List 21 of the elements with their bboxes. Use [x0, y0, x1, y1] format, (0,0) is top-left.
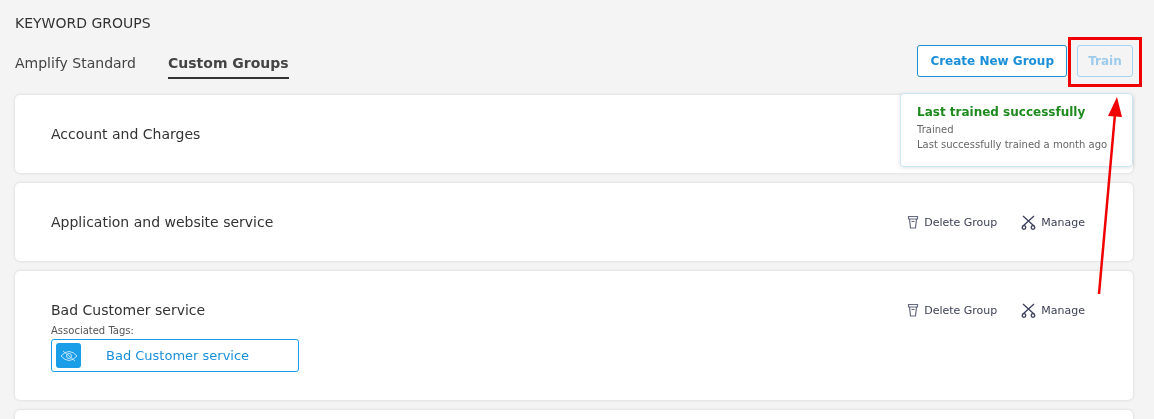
tab[interactable]: Amplify Standard [15, 55, 136, 79]
tab[interactable]: Custom Groups [168, 55, 289, 79]
tooltip-status: Trained [917, 123, 955, 137]
tags-label: Associated Tags: [51, 325, 135, 336]
group-name: Application and website service [51, 214, 274, 230]
scissors-icon [1021, 302, 1037, 318]
group-name: Bad Customer service [51, 302, 206, 318]
trash-icon [907, 215, 920, 229]
tooltip-detail: Last successfully trained a month ago [917, 138, 1109, 152]
group-name: Account and Charges [51, 126, 201, 142]
trash-icon [907, 303, 920, 317]
tag-chip[interactable]: Bad Customer service [51, 339, 299, 372]
scissors-icon [1021, 214, 1037, 230]
manage-button[interactable]: Manage [1021, 302, 1085, 318]
delete-group-button[interactable]: Delete Group [907, 214, 998, 230]
hidden-eye-icon [56, 343, 81, 368]
delete-group-button[interactable]: Delete Group [907, 302, 998, 318]
tooltip-title: Last trained successfully [917, 105, 1087, 119]
page-title: KEYWORD GROUPS [15, 14, 152, 33]
manage-button[interactable]: Manage [1021, 214, 1085, 230]
create-group-button[interactable]: Create New Group [917, 45, 1067, 77]
